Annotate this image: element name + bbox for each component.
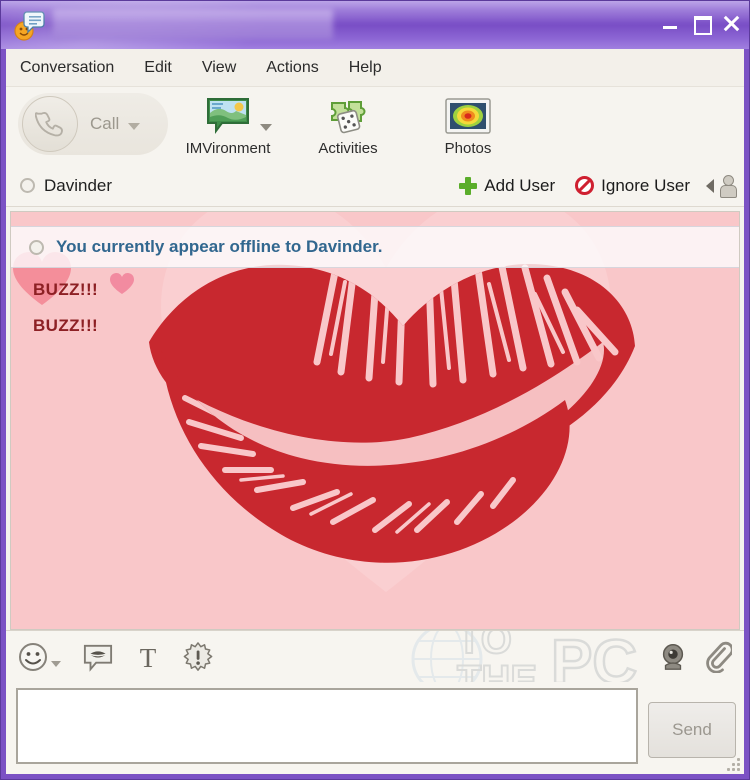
- yahoo-messenger-icon: [11, 8, 45, 42]
- decorative-heart-icon: [110, 273, 134, 294]
- messenger-window: Conversation Edit View Actions Help Call: [0, 0, 750, 780]
- font-t-icon: T: [140, 643, 157, 672]
- green-plus-icon: [459, 176, 478, 195]
- add-user-label: Add User: [484, 175, 556, 195]
- contact-name: Davinder: [44, 175, 113, 195]
- contact-bar: Davinder Add User Ignore User: [6, 165, 744, 207]
- message-input-row: Send: [6, 682, 744, 774]
- add-user-button[interactable]: Add User: [459, 176, 555, 196]
- menu-conversation[interactable]: Conversation: [18, 57, 116, 79]
- imvironment-icon: [206, 97, 250, 135]
- resize-grip-icon[interactable]: [724, 755, 740, 771]
- message-buzz-2: BUZZ!!!: [33, 316, 99, 335]
- call-button[interactable]: Call: [18, 93, 168, 155]
- offline-circle-icon: [29, 239, 44, 255]
- window-title: [53, 9, 333, 40]
- offline-status-text: You currently appear offline to Davinder…: [56, 237, 383, 256]
- menu-actions[interactable]: Actions: [264, 57, 320, 79]
- ignore-user-button[interactable]: Ignore User: [575, 176, 690, 196]
- composer-toolbar: TO THE PC T: [6, 630, 744, 682]
- emoticons-button[interactable]: [18, 642, 61, 672]
- buzz-starburst-icon: [183, 641, 213, 671]
- smiley-icon: [19, 642, 47, 671]
- chevron-left-icon: [706, 178, 714, 193]
- menu-edit[interactable]: Edit: [142, 57, 174, 79]
- chevron-down-icon[interactable]: [128, 122, 141, 130]
- imvironment-label: IMVironment: [185, 140, 271, 157]
- chevron-down-icon[interactable]: [260, 124, 272, 131]
- offline-circle-icon: [20, 178, 35, 193]
- paperclip-icon: [706, 641, 732, 673]
- client-area: Conversation Edit View Actions Help Call: [6, 49, 744, 774]
- audibles-button[interactable]: [83, 642, 113, 672]
- minimize-button[interactable]: [661, 13, 681, 33]
- activities-button[interactable]: Activities: [288, 91, 408, 161]
- photos-icon: [445, 97, 491, 135]
- title-bar[interactable]: [1, 1, 749, 49]
- phone-icon: [22, 96, 78, 152]
- message-buzz-1: BUZZ!!!: [33, 280, 99, 299]
- activities-dice-icon: [327, 97, 369, 135]
- svg-text:TO: TO: [457, 630, 512, 662]
- lips-kiss-image: [149, 264, 635, 563]
- red-ban-icon: [575, 176, 595, 195]
- window-controls: [661, 13, 741, 35]
- attach-file-button[interactable]: [704, 641, 732, 673]
- svg-text:THE: THE: [457, 658, 537, 682]
- call-label: Call: [90, 114, 120, 133]
- photos-button[interactable]: Photos: [408, 91, 528, 161]
- person-icon: [719, 174, 737, 198]
- offline-status-bar: You currently appear offline to Davinder…: [11, 226, 739, 268]
- ignore-user-label: Ignore User: [601, 175, 690, 195]
- send-button[interactable]: Send: [648, 702, 736, 758]
- webcam-button[interactable]: [658, 642, 688, 672]
- imvironment-button[interactable]: IMVironment: [168, 91, 288, 161]
- svg-text:PC: PC: [551, 630, 637, 682]
- svg-text:T: T: [140, 643, 157, 672]
- message-input[interactable]: [16, 688, 638, 764]
- menu-view[interactable]: View: [200, 57, 238, 79]
- conversation-area[interactable]: You currently appear offline to Davinder…: [10, 211, 740, 630]
- photos-label: Photos: [444, 140, 492, 157]
- collapse-panel-button[interactable]: [706, 174, 737, 198]
- menu-bar: Conversation Edit View Actions Help: [6, 49, 744, 87]
- buzz-button[interactable]: [183, 641, 213, 672]
- font-button[interactable]: T: [135, 642, 161, 672]
- site-watermark: TO THE PC: [411, 630, 638, 682]
- audible-lips-icon: [83, 644, 113, 672]
- maximize-button[interactable]: [691, 13, 712, 35]
- main-toolbar: Call IMVironment Activities Photos: [6, 87, 744, 165]
- menu-help[interactable]: Help: [347, 57, 384, 79]
- webcam-icon: [662, 643, 684, 670]
- close-button[interactable]: [721, 13, 741, 33]
- activities-label: Activities: [318, 140, 378, 157]
- chevron-down-icon: [51, 660, 61, 667]
